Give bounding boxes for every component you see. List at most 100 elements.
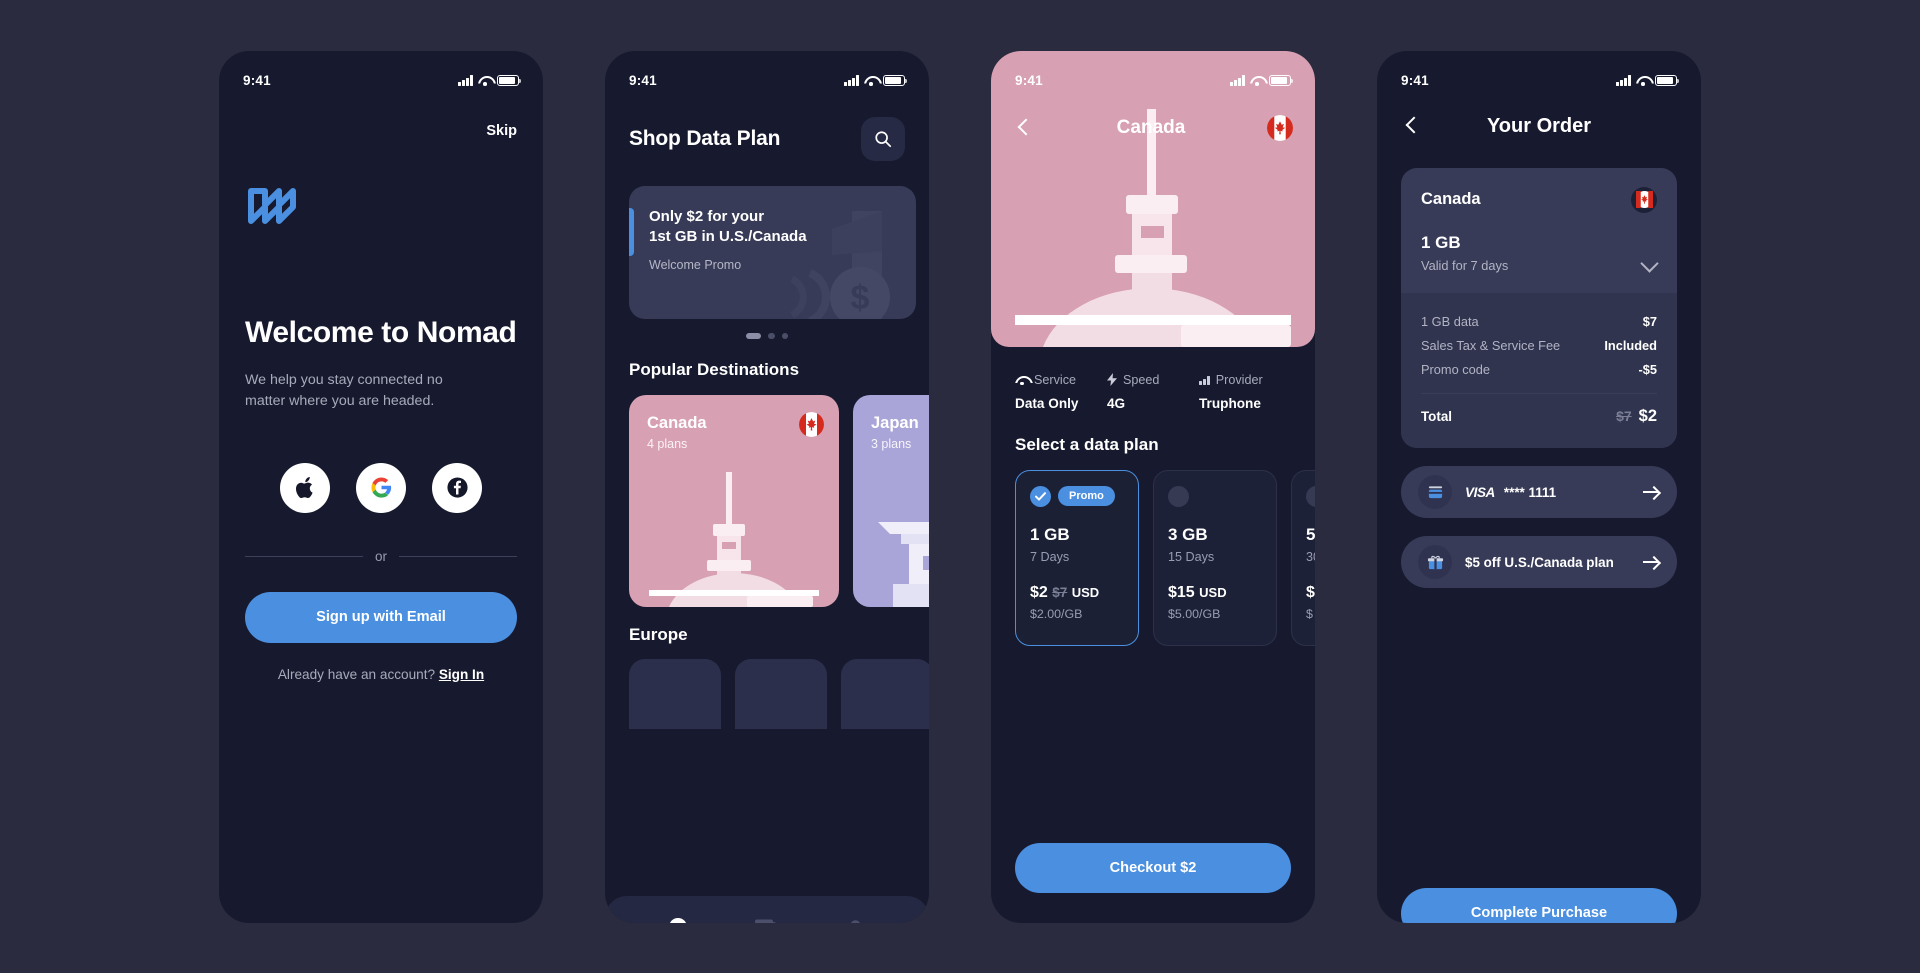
line-value: Included xyxy=(1604,338,1657,353)
plan-per-gb: $2.00/GB xyxy=(1030,606,1083,621)
plans-row[interactable]: Promo 1 GB 7 Days $2 $7 USD $2.00/GB 3 G… xyxy=(991,469,1315,646)
spec-label-row: Service xyxy=(1015,373,1107,387)
line-label: Promo code xyxy=(1421,362,1490,377)
spec-provider: Provider Truphone xyxy=(1199,373,1291,411)
promo-subtitle: Welcome Promo xyxy=(649,258,742,272)
card-brand: VISA xyxy=(1465,484,1495,500)
europe-title: Europe xyxy=(629,625,688,644)
destination-card-canada[interactable]: Canada 4 plans xyxy=(629,395,839,607)
apple-icon xyxy=(295,476,313,498)
line-value: $7 xyxy=(1642,314,1657,329)
bottom-tab-bar[interactable] xyxy=(605,895,929,923)
plan-specs: Service Data Only Speed 4G Provider Trup… xyxy=(991,347,1315,411)
social-login-row xyxy=(245,462,517,513)
plan-radio[interactable] xyxy=(1168,485,1189,507)
divider-label: or xyxy=(375,548,388,564)
page-title: Your Order xyxy=(1486,114,1592,137)
destination-card-japan[interactable]: Japan 3 plans xyxy=(853,395,929,607)
payment-method-row[interactable]: VISA **** 1111 xyxy=(1401,466,1677,518)
plan-card-1gb[interactable]: Promo 1 GB 7 Days $2 $7 USD $2.00/GB xyxy=(1015,469,1139,646)
chevron-left-icon[interactable] xyxy=(1013,117,1035,139)
signup-email-button[interactable]: Sign up with Email xyxy=(245,591,517,643)
arrow-right-icon[interactable] xyxy=(1643,485,1660,499)
canada-tower-illustration xyxy=(649,472,819,607)
signal-bars-icon xyxy=(1230,75,1245,86)
canada-flag-icon xyxy=(1266,114,1293,141)
tab-profile[interactable] xyxy=(845,919,866,923)
checkout-button[interactable]: Checkout $2 xyxy=(1015,842,1291,893)
facebook-login-button[interactable] xyxy=(432,462,482,513)
destination-name: Japan xyxy=(871,414,919,432)
carousel-dot-active[interactable] xyxy=(746,332,761,339)
europe-row[interactable] xyxy=(605,659,929,729)
order-country: Canada xyxy=(1421,190,1481,208)
tab-wallet[interactable] xyxy=(754,919,778,923)
line-label: 1 GB data xyxy=(1421,314,1479,329)
signin-prompt: Already have an account? Sign In xyxy=(245,667,517,682)
canada-flag-icon xyxy=(799,412,824,437)
signal-bars-icon xyxy=(1199,375,1210,385)
carousel-dots[interactable] xyxy=(605,332,929,339)
europe-card[interactable] xyxy=(629,659,721,729)
plan-days: 30 xyxy=(1306,549,1315,564)
facebook-icon xyxy=(446,477,468,498)
arrow-right-icon[interactable] xyxy=(1643,555,1660,569)
carousel-dot[interactable] xyxy=(768,332,775,339)
plan-price-row: $ xyxy=(1306,584,1315,602)
battery-icon xyxy=(1655,75,1680,86)
destination-plans: 3 plans xyxy=(871,437,912,451)
spec-label: Speed xyxy=(1123,372,1160,387)
skip-button[interactable]: Skip xyxy=(486,123,517,139)
order-line-item: Sales Tax & Service Fee Included xyxy=(1421,334,1657,358)
status-icons xyxy=(1616,75,1680,86)
page-title: Shop Data Plan xyxy=(629,126,781,150)
japan-temple-illustration xyxy=(878,522,929,607)
signin-link[interactable]: Sign In xyxy=(439,667,484,682)
search-button[interactable] xyxy=(861,116,905,161)
plan-card-3gb[interactable]: 3 GB 15 Days $15 USD $5.00/GB xyxy=(1153,469,1277,646)
plan-price: $15 xyxy=(1168,583,1195,601)
status-time: 9:41 xyxy=(629,73,657,88)
wifi-icon xyxy=(478,75,492,86)
plan-price-row: $2 $7 USD xyxy=(1030,584,1124,602)
chevron-down-icon[interactable] xyxy=(1641,255,1657,271)
check-icon xyxy=(1035,491,1046,501)
status-bar: 9:41 xyxy=(991,51,1315,97)
promo-carousel[interactable]: $ Only $2 for your 1st GB in U.S./Canada… xyxy=(605,185,929,319)
promo-offer-row[interactable]: $5 off U.S./Canada plan xyxy=(1401,536,1677,588)
carousel-dot[interactable] xyxy=(781,332,788,339)
credit-card-icon xyxy=(1418,475,1452,509)
wifi-icon xyxy=(1015,375,1028,386)
tab-explore[interactable] xyxy=(668,917,688,923)
total-old-price: $7 xyxy=(1616,407,1632,424)
plan-radio-selected[interactable] xyxy=(1030,485,1051,507)
phone-order: 9:41 Your Order Canada 1 GB Valid for 7 … xyxy=(1377,50,1701,923)
status-time: 9:41 xyxy=(1401,73,1429,88)
battery-icon xyxy=(883,75,908,86)
promo-card[interactable]: $ Only $2 for your 1st GB in U.S./Canada… xyxy=(629,185,916,319)
status-bar: 9:41 xyxy=(219,51,543,97)
plan-radio[interactable] xyxy=(1306,485,1315,507)
plan-size: 3 GB xyxy=(1168,524,1208,544)
order-card-top[interactable]: Canada 1 GB Valid for 7 days xyxy=(1401,168,1677,293)
order-summary-card: Canada 1 GB Valid for 7 days 1 GB data $… xyxy=(1401,167,1677,448)
destinations-row[interactable]: Canada 4 plans Japan 3 plans xyxy=(605,395,929,607)
plan-currency: USD xyxy=(1071,584,1100,600)
promo-headline-2: 1st GB in U.S./Canada xyxy=(649,227,807,245)
search-icon xyxy=(875,130,892,147)
plan-per-gb: $5.00/GB xyxy=(1168,606,1221,621)
chevron-left-icon[interactable] xyxy=(1401,115,1423,137)
order-size: 1 GB xyxy=(1421,232,1461,252)
complete-purchase-button[interactable]: Complete Purchase xyxy=(1401,887,1677,923)
europe-card[interactable] xyxy=(841,659,929,729)
google-login-button[interactable] xyxy=(356,462,406,513)
europe-card[interactable] xyxy=(735,659,827,729)
status-bar: 9:41 xyxy=(605,51,929,97)
plan-card-5gb[interactable]: 5 30 $ $ xyxy=(1291,469,1315,646)
promo-label-group: $5 off U.S./Canada plan xyxy=(1465,555,1630,570)
phone-shop: 9:41 Shop Data Plan $ Only $2 for your 1… xyxy=(605,50,929,923)
order-screen: Your Order Canada 1 GB Valid for 7 days … xyxy=(1377,97,1701,923)
plan-top-row xyxy=(1306,485,1315,507)
country-hero: 9:41 Canada xyxy=(991,50,1315,347)
apple-login-button[interactable] xyxy=(280,462,330,513)
